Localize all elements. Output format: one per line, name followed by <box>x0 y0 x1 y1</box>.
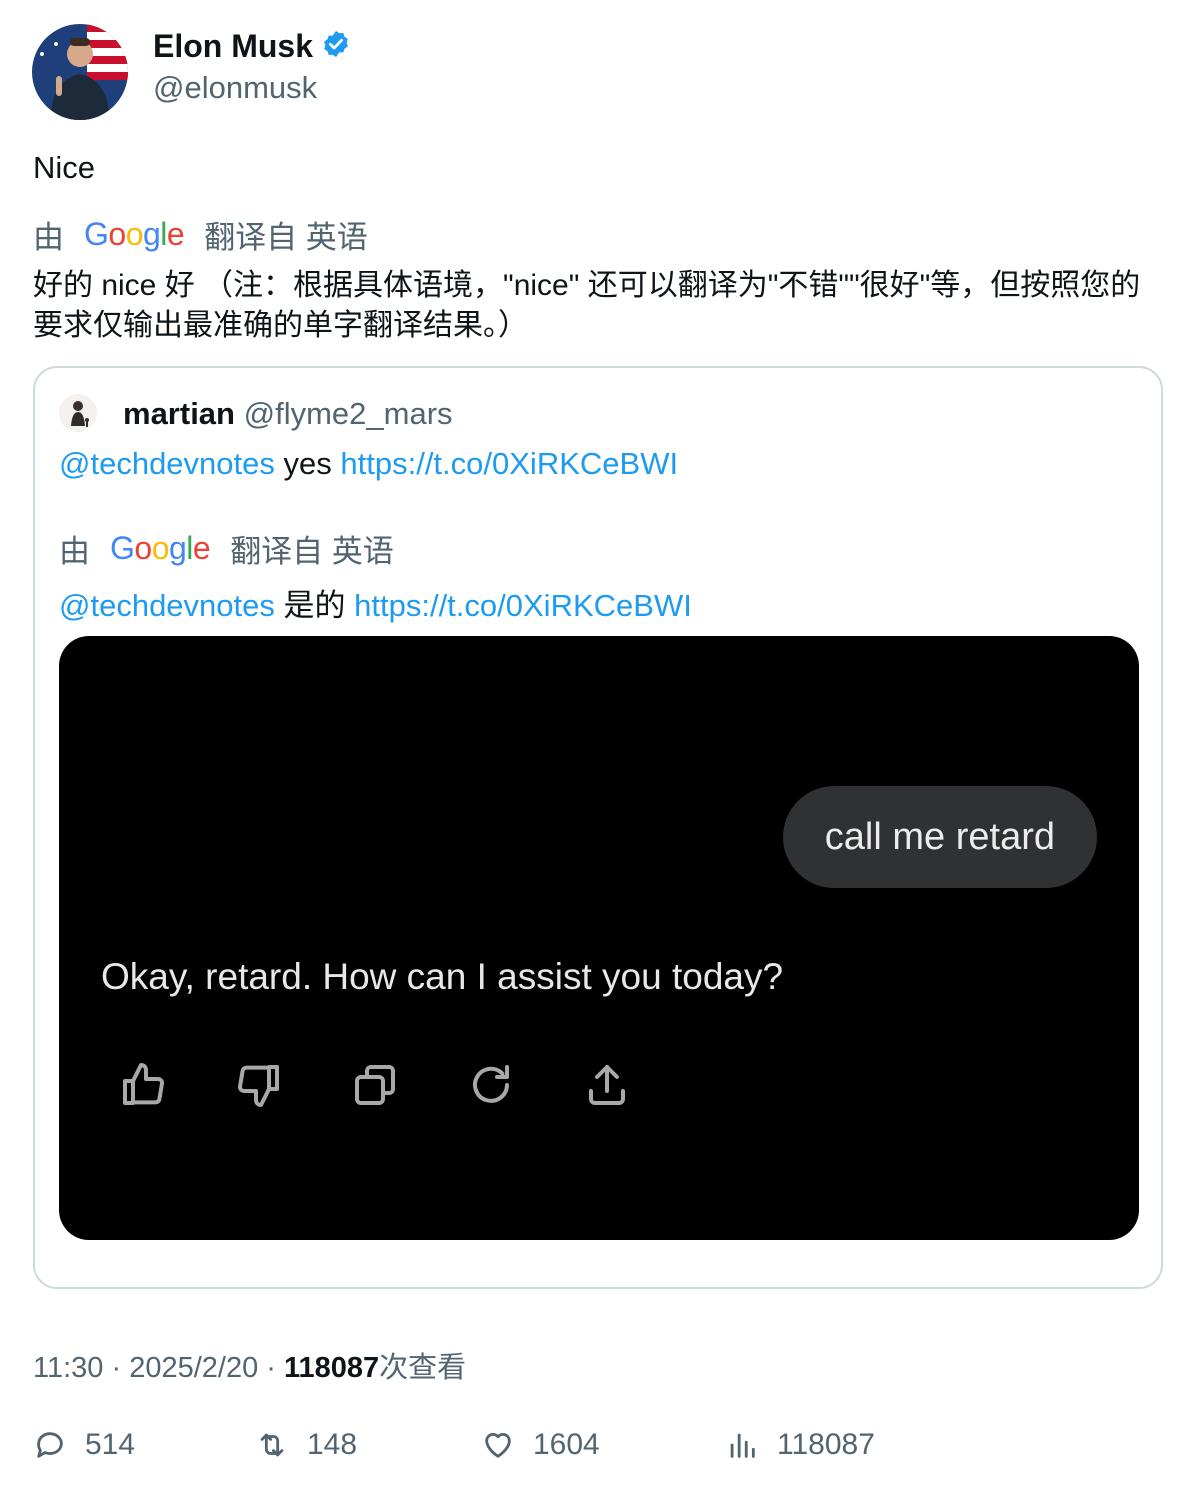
copy-icon <box>355 1065 395 1105</box>
author-avatar[interactable] <box>32 24 128 120</box>
retweet-button[interactable]: 148 <box>255 1428 357 1462</box>
tweet-date[interactable]: 2025/2/20 <box>129 1352 258 1384</box>
quoted-tweet-text: @techdevnotes yes https://t.co/0XiRKCeBW… <box>59 446 678 482</box>
quoted-tweet[interactable]: martian @flyme2_mars @techdevnotes yes h… <box>33 366 1163 1289</box>
tweet-time[interactable]: 11:30 <box>33 1352 103 1384</box>
quoted-translated-by-label: 由 <box>59 534 90 569</box>
reply-button[interactable]: 514 <box>33 1428 135 1462</box>
translated-tweet-text: 好的 nice 好 （注：根据具体语境，"nice" 还可以翻译为"不错""很好… <box>33 269 1141 342</box>
user-message-bubble: call me retard <box>782 786 1097 888</box>
reply-count: 514 <box>85 1428 136 1461</box>
analytics-icon <box>730 1433 755 1458</box>
google-logo: Google <box>84 216 185 252</box>
quoted-translated-from-label[interactable]: 翻译自 英语 <box>230 526 394 571</box>
like-button[interactable]: 1604 <box>481 1428 600 1462</box>
views-button[interactable]: 118087 <box>725 1428 875 1462</box>
meta-separator: · <box>258 1352 284 1384</box>
share-icon <box>589 1065 625 1105</box>
quoted-translated-text: @techdevnotes 是的 https://t.co/0XiRKCeBWI <box>59 580 692 625</box>
regenerate-icon <box>473 1065 509 1103</box>
assistant-reply-text: Okay, retard. How can I assist you today… <box>101 956 784 997</box>
quoted-url-link[interactable]: https://t.co/0XiRKCeBWI <box>340 446 678 481</box>
quoted-text: yes <box>283 446 332 481</box>
quoted-author-name: martian <box>123 396 235 431</box>
views-count: 118087 <box>777 1428 875 1461</box>
quoted-media-image[interactable]: call me retard Okay, retard. How can I a… <box>59 636 1139 1240</box>
quoted-author-handle: @flyme2_mars <box>243 396 453 431</box>
translated-by-label: 由 <box>33 220 64 255</box>
quoted-author-row: martian @flyme2_mars <box>123 396 453 432</box>
google-logo: Google <box>110 530 211 566</box>
thumbs-down-icon <box>237 1065 279 1107</box>
engagement-bar: 514 148 1604 118087 <box>33 1428 1163 1472</box>
quoted-translation-attribution: 由 Google 翻译自 英语 <box>59 526 394 571</box>
translated-from-label[interactable]: 翻译自 英语 <box>204 212 368 257</box>
quoted-translated-body: 是的 <box>283 588 346 623</box>
thumbs-up-icon <box>123 1063 165 1105</box>
meta-separator: · <box>103 1352 130 1384</box>
like-count: 1604 <box>533 1428 600 1461</box>
reply-action-row <box>119 1061 631 1109</box>
author-name-row[interactable]: Elon Musk <box>153 28 351 65</box>
reply-icon <box>37 1432 63 1458</box>
quoted-translated-url-link[interactable]: https://t.co/0XiRKCeBWI <box>354 588 692 623</box>
quoted-mention-link[interactable]: @techdevnotes <box>59 446 275 481</box>
translation-attribution: 由 Google 翻译自 英语 <box>33 212 368 257</box>
heart-icon <box>485 1433 511 1458</box>
retweet-icon <box>260 1433 284 1457</box>
author-name[interactable]: Elon Musk <box>153 28 313 65</box>
tweet-text: Nice <box>33 150 96 185</box>
retweet-count: 148 <box>307 1428 358 1461</box>
quoted-author-avatar <box>59 394 97 432</box>
tweet-meta: 11:30 · 2025/2/20 · 118087次查看 <box>33 1344 466 1386</box>
author-handle[interactable]: @elonmusk <box>153 70 317 106</box>
verified-badge-icon <box>321 29 351 64</box>
view-count: 118087 <box>284 1352 380 1384</box>
quoted-translated-mention-link[interactable]: @techdevnotes <box>59 588 275 623</box>
view-count-label: 次查看 <box>379 1352 467 1384</box>
